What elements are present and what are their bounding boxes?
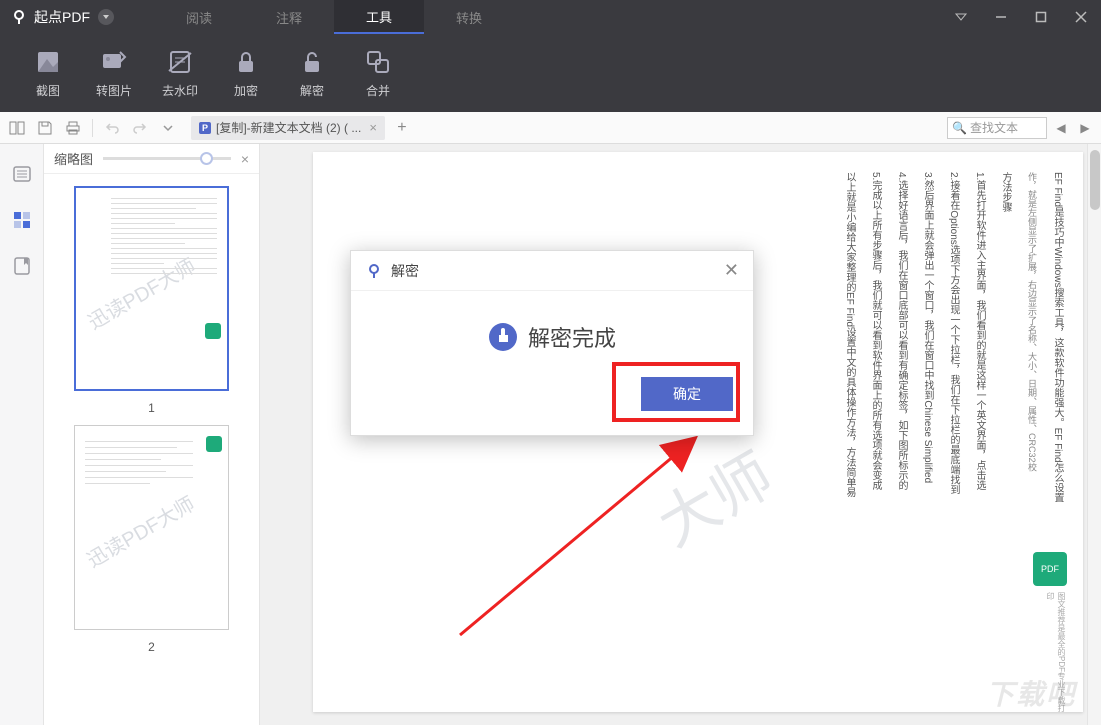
panel-close-icon[interactable]: ×: [241, 151, 249, 167]
thumbnails-icon[interactable]: [10, 208, 34, 232]
watermark-text: 大师: [639, 428, 786, 563]
page-text-column: 4.选择好语言后，我们在窗口底部可以看到有确定标签，如下图所标示的: [893, 172, 909, 652]
thumbnail-page-1[interactable]: 迅读PDF大师: [74, 186, 229, 391]
lock-icon: [232, 48, 260, 76]
pdf-badge: P: [199, 122, 211, 134]
tool-screenshot[interactable]: 截图: [22, 48, 74, 99]
prev-result-icon[interactable]: ◀: [1051, 117, 1071, 139]
dialog-header: 解密 ✕: [351, 251, 753, 291]
document-tab-bar: P [复制]-新建文本文档 (2) ( ... × + 🔍 查找文本 ◀ ▶: [0, 112, 1101, 144]
dialog-body: 解密完成 确定: [351, 291, 753, 435]
page-text-column: 1.首先打开软件进入主界面，我们看到的就是这样一个英文界面，点击选: [971, 172, 987, 652]
decrypt-dialog: 解密 ✕ 解密完成 确定: [350, 250, 754, 436]
thumbnail-panel: 缩略图 × 迅读PDF大师 1 迅读PDF大师 2: [44, 144, 260, 725]
tool-decrypt[interactable]: 解密: [286, 48, 338, 99]
pdf-page-badge: [205, 323, 221, 339]
tool-label: 合并: [366, 82, 390, 99]
thumbnail-page-2[interactable]: 迅读PDF大师: [74, 425, 229, 630]
page-text-column: 方法步骤: [997, 172, 1013, 652]
chevron-down-icon[interactable]: [157, 117, 179, 139]
thumbnail-header: 缩略图 ×: [44, 144, 259, 174]
minimize-button[interactable]: [981, 0, 1021, 34]
print-icon[interactable]: [62, 117, 84, 139]
ok-button[interactable]: 确定: [641, 377, 733, 411]
undo-icon[interactable]: [101, 117, 123, 139]
watermark-icon: [166, 48, 194, 76]
toolbar: 截图 转图片 去水印 加密 解密 合并: [0, 34, 1101, 112]
page-text-column: 以上就是小编给大家整理的EF Find设置中文的具体操作方法，方法简单易: [841, 172, 857, 652]
app-menu-dropdown[interactable]: [98, 9, 114, 25]
search-placeholder: 查找文本: [970, 119, 1018, 136]
pdf-page-badge: PDF: [1033, 552, 1067, 586]
dialog-close-icon[interactable]: ✕: [724, 260, 739, 281]
view-mode-icon[interactable]: [6, 117, 28, 139]
download-watermark: 下载吧: [986, 673, 1076, 713]
dialog-title: 解密: [391, 261, 724, 281]
page-number: 2: [148, 640, 155, 654]
vertical-scrollbar[interactable]: [1087, 144, 1101, 725]
unlock-icon: [298, 48, 326, 76]
pdf-page-badge: [206, 436, 222, 452]
tab-read[interactable]: 阅读: [154, 0, 244, 34]
thumbnail-size-slider[interactable]: [103, 157, 231, 160]
app-logo-icon: [10, 8, 28, 26]
page-text-column: 3.然后界面上就会弹出一个窗口，我们在窗口中找到Chinese Simplifi…: [919, 172, 935, 652]
left-rail: [0, 144, 44, 725]
title-bar: 起点PDF 阅读 注释 工具 转换: [0, 0, 1101, 34]
watermark-text: 迅读PDF大师: [81, 488, 199, 573]
screenshot-icon: [34, 48, 62, 76]
tab-annotate[interactable]: 注释: [244, 0, 334, 34]
tool-label: 加密: [234, 82, 258, 99]
document-tab[interactable]: P [复制]-新建文本文档 (2) ( ... ×: [191, 116, 385, 140]
tool-to-image[interactable]: 转图片: [88, 48, 140, 99]
page-text-column: 2.接着在Options选项下方会出现一个下拉栏，我们在下拉栏的最底端找到: [945, 172, 961, 652]
maximize-button[interactable]: [1021, 0, 1061, 34]
app-name: 起点PDF: [34, 7, 90, 27]
pin-icon[interactable]: [941, 0, 981, 34]
thumbnail-title: 缩略图: [54, 149, 93, 168]
tool-merge[interactable]: 合并: [352, 48, 404, 99]
tab-convert[interactable]: 转换: [424, 0, 514, 34]
save-icon[interactable]: [34, 117, 56, 139]
scrollbar-thumb[interactable]: [1090, 150, 1100, 210]
page-text-column: 5.完成以上所有步骤后，我们就可以看到软件界面上的所有选项就会变成: [867, 172, 883, 652]
close-button[interactable]: [1061, 0, 1101, 34]
thumbnail-list: 迅读PDF大师 1 迅读PDF大师 2: [44, 174, 259, 725]
top-tabs: 阅读 注释 工具 转换: [154, 0, 514, 34]
bookmark-icon[interactable]: [10, 254, 34, 278]
tab-tools[interactable]: 工具: [334, 0, 424, 34]
image-convert-icon: [100, 48, 128, 76]
success-hand-icon: [488, 322, 518, 352]
window-controls: [941, 0, 1101, 34]
dialog-app-icon: [365, 262, 383, 280]
merge-icon: [364, 48, 392, 76]
add-tab-button[interactable]: +: [391, 117, 413, 139]
divider: [92, 119, 93, 137]
search-input[interactable]: 🔍 查找文本: [947, 117, 1047, 139]
doc-tab-label: [复制]-新建文本文档 (2) ( ...: [216, 119, 361, 136]
redo-icon[interactable]: [129, 117, 151, 139]
dialog-message: 解密完成: [528, 321, 616, 353]
outline-icon[interactable]: [10, 162, 34, 186]
tool-encrypt[interactable]: 加密: [220, 48, 272, 99]
tool-label: 截图: [36, 82, 60, 99]
close-tab-icon[interactable]: ×: [369, 120, 377, 135]
tool-remove-watermark[interactable]: 去水印: [154, 48, 206, 99]
page-number: 1: [148, 401, 155, 415]
tool-label: 转图片: [96, 82, 132, 99]
search-icon: 🔍: [952, 121, 967, 135]
tool-label: 解密: [300, 82, 324, 99]
tool-label: 去水印: [162, 82, 198, 99]
next-result-icon[interactable]: ▶: [1075, 117, 1095, 139]
